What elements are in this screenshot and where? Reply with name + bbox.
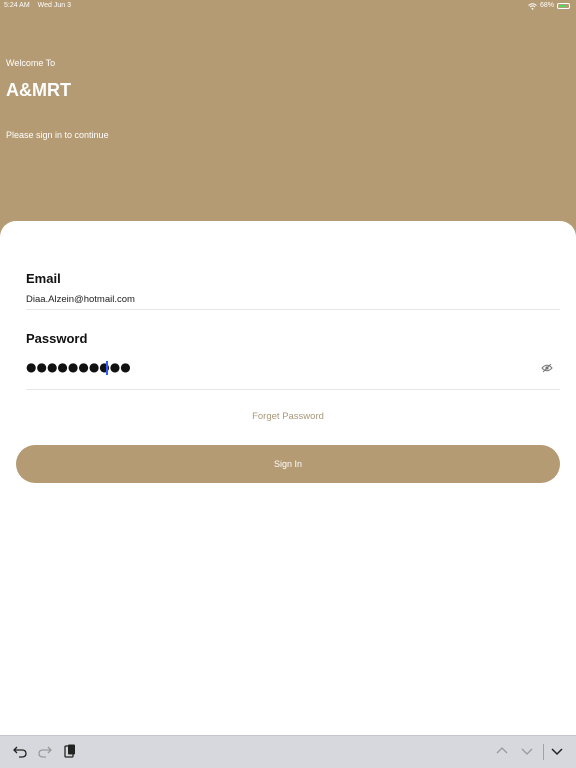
keyboard-dismiss-icon[interactable] (549, 743, 565, 759)
battery-icon (557, 3, 570, 9)
wifi-icon (528, 2, 537, 10)
email-divider (26, 309, 560, 310)
login-card: Email Password ●●●●●●●●●● Forget Passwor… (0, 221, 576, 768)
password-field[interactable]: ●●●●●●●●●● (26, 360, 526, 378)
chevron-down-icon[interactable] (519, 743, 535, 759)
status-right: 68% (528, 0, 570, 12)
email-field[interactable] (26, 291, 560, 307)
battery-percent: 68% (539, 2, 554, 9)
undo-icon[interactable] (12, 743, 28, 759)
forget-password-link[interactable]: Forget Password (0, 411, 576, 422)
email-label: Email (26, 271, 61, 286)
welcome-text: Welcome To (6, 58, 56, 68)
chevron-up-icon[interactable] (494, 743, 510, 759)
sign-in-button[interactable]: Sign In (16, 445, 560, 483)
password-label: Password (26, 331, 88, 346)
text-cursor (106, 361, 108, 375)
keyboard-shortcut-bar (0, 735, 576, 768)
brand-title: A&MRT (6, 80, 71, 100)
keyboard-bar-separator (543, 744, 544, 760)
status-date: Wed Jun 3 (37, 2, 71, 9)
status-left: 5:24 AM Wed Jun 3 (4, 0, 77, 12)
status-bar: 5:24 AM Wed Jun 3 68% (0, 0, 576, 12)
paste-icon[interactable] (62, 743, 78, 759)
eye-slash-icon[interactable] (541, 363, 553, 373)
redo-icon[interactable] (37, 743, 53, 759)
password-divider (26, 389, 560, 390)
signin-subtitle: Please sign in to continue (6, 130, 109, 140)
status-time: 5:24 AM (4, 2, 30, 9)
